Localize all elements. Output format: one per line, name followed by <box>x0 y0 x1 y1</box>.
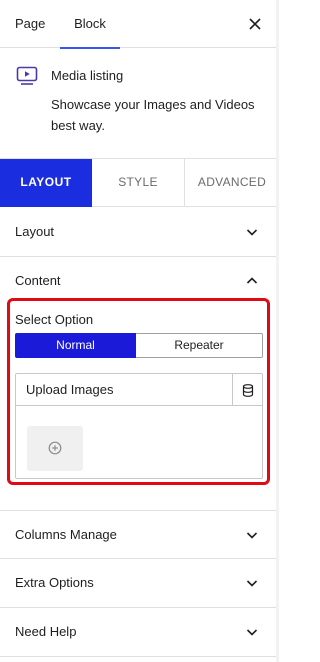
block-card: Media listing Showcase your Images and V… <box>0 48 279 159</box>
chevron-down-icon <box>245 528 259 542</box>
upload-images-title: Upload Images <box>26 382 114 397</box>
panel-need-help[interactable]: Need Help <box>0 608 279 657</box>
sidebar-header: Page Block <box>0 0 279 49</box>
tab-layout[interactable]: LAYOUT <box>0 159 92 207</box>
tab-advanced[interactable]: ADVANCED <box>185 159 279 206</box>
upload-images-header: Upload Images <box>16 374 262 406</box>
tab-block[interactable]: Block <box>60 0 120 49</box>
database-icon[interactable] <box>232 374 262 406</box>
panel-layout[interactable]: Layout <box>0 208 279 257</box>
chevron-up-icon <box>245 274 259 288</box>
chevron-down-icon <box>245 225 259 239</box>
plus-circle-icon <box>48 441 62 455</box>
panel-columns-manage-label: Columns Manage <box>15 527 117 542</box>
panel-extra-options[interactable]: Extra Options <box>0 559 279 608</box>
add-image-button[interactable] <box>27 426 83 471</box>
option-repeater-button[interactable]: Repeater <box>136 333 263 358</box>
tab-style[interactable]: STYLE <box>92 159 185 206</box>
scrollbar-track[interactable] <box>276 0 279 662</box>
panel-extra-options-label: Extra Options <box>15 575 94 590</box>
close-icon[interactable] <box>245 14 265 34</box>
media-play-icon <box>15 64 39 88</box>
option-normal-button[interactable]: Normal <box>15 333 136 358</box>
inspector-tabs: LAYOUT STYLE ADVANCED <box>0 159 279 207</box>
select-option-label: Select Option <box>15 312 94 327</box>
block-title: Media listing <box>51 68 124 83</box>
panel-layout-label: Layout <box>15 224 55 239</box>
chevron-down-icon <box>245 625 259 639</box>
chevron-down-icon <box>245 576 259 590</box>
block-description: Showcase your Images and Videos best way… <box>51 97 255 133</box>
panel-need-help-label: Need Help <box>15 624 77 639</box>
upload-images-control: Upload Images <box>15 373 263 479</box>
panel-columns-manage[interactable]: Columns Manage <box>0 510 279 559</box>
tab-page[interactable]: Page <box>15 0 45 48</box>
